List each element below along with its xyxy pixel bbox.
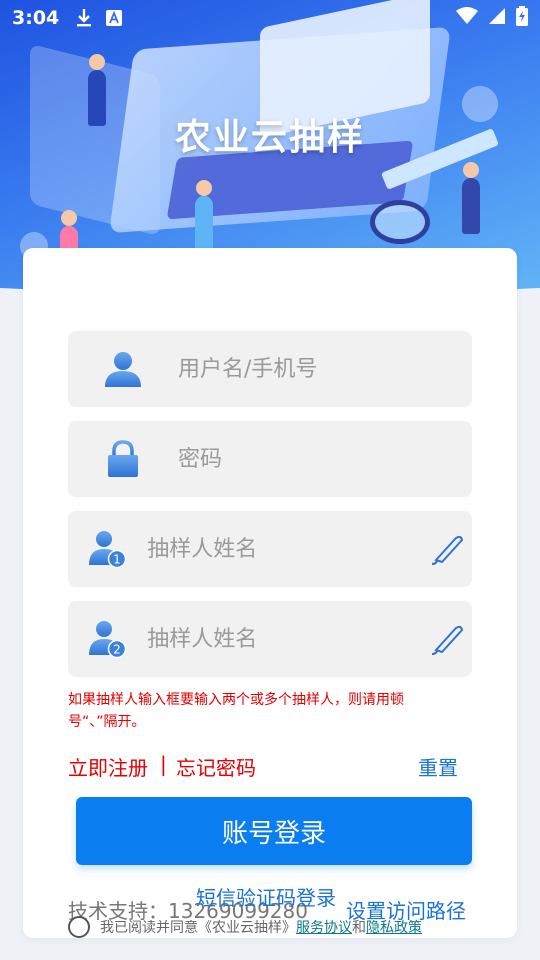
reset-link[interactable]: 重置 xyxy=(418,752,458,781)
agree-radio[interactable] xyxy=(68,916,90,938)
hero-person xyxy=(195,180,213,252)
agree-and-text: 和 xyxy=(352,920,366,936)
password-input[interactable] xyxy=(178,421,472,497)
sampler2-input[interactable] xyxy=(147,601,422,677)
agreement-row: 我已阅读并同意《农业云抽样》 服务协议 和 隐私政策 xyxy=(68,916,422,938)
user-icon xyxy=(68,350,178,388)
agree-text: 我已阅读并同意《农业云抽样》 xyxy=(100,920,296,936)
links-row: 立即注册 | 忘记密码 重置 xyxy=(68,752,472,782)
password-field xyxy=(68,421,472,497)
link-separator: | xyxy=(160,752,167,776)
wifi-icon xyxy=(456,7,478,29)
sampler2-field: 2 xyxy=(68,601,472,677)
font-app-icon xyxy=(105,9,123,27)
sampler1-field: 1 xyxy=(68,511,472,587)
status-right-group xyxy=(456,6,528,30)
hero-magnifier xyxy=(370,200,430,244)
service-agreement-link[interactable]: 服务协议 xyxy=(296,917,352,937)
sampler1-icon: 1 xyxy=(68,529,147,569)
status-time: 3:04 xyxy=(12,7,60,29)
svg-text:2: 2 xyxy=(113,643,121,657)
sms-login-link[interactable]: 短信验证码登录 xyxy=(196,882,336,911)
sampler1-input[interactable] xyxy=(147,511,422,587)
account-login-button[interactable]: 账号登录 xyxy=(76,797,472,865)
username-input[interactable] xyxy=(178,331,472,407)
privacy-policy-link[interactable]: 隐私政策 xyxy=(366,917,422,937)
app-title: 农业云抽样 xyxy=(174,117,365,158)
register-link[interactable]: 立即注册 xyxy=(68,752,148,781)
hero-person xyxy=(462,162,480,234)
signal-icon xyxy=(488,7,506,29)
svg-text:1: 1 xyxy=(113,553,121,567)
lock-icon xyxy=(68,440,178,478)
edit-pen-icon[interactable] xyxy=(421,530,472,568)
edit-pen-icon[interactable] xyxy=(421,620,472,658)
username-field xyxy=(68,331,472,407)
status-bar: 3:04 xyxy=(0,0,540,36)
sampler2-icon: 2 xyxy=(68,619,147,659)
login-card: 1 2 如果抽样人输入框要输入两个或多个抽样人，则请用顿号“、”隔开。 立即注册… xyxy=(23,248,517,938)
forgot-password-link[interactable]: 忘记密码 xyxy=(176,752,256,781)
battery-charging-icon xyxy=(516,6,528,30)
download-icon xyxy=(75,8,93,28)
sampler-notice: 如果抽样人输入框要输入两个或多个抽样人，则请用顿号“、”隔开。 xyxy=(68,692,404,730)
